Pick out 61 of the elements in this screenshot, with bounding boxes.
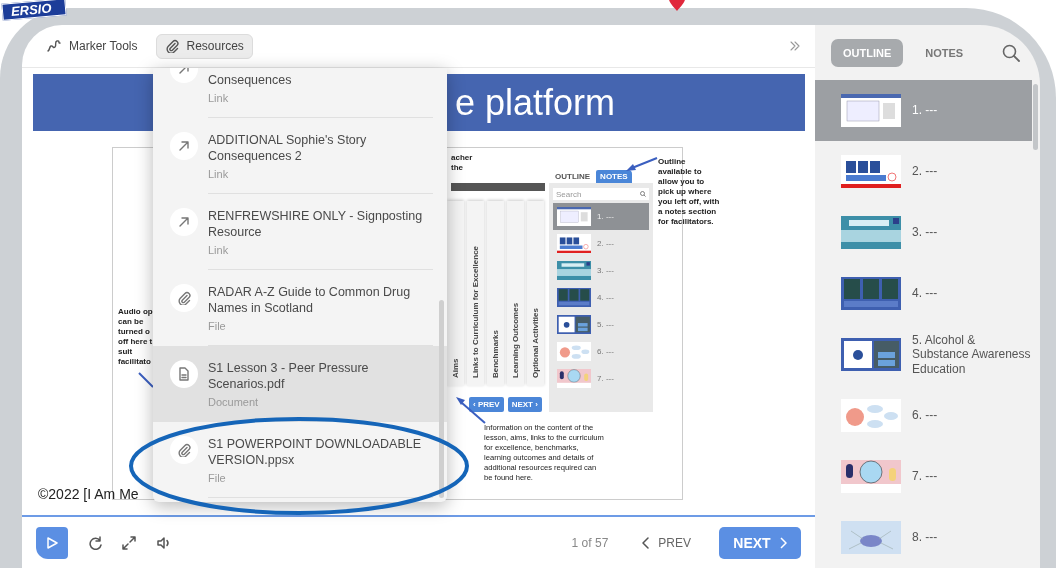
- outline-item[interactable]: 3. ---: [815, 202, 1032, 263]
- outline-label: 1. ---: [597, 212, 614, 221]
- outline-item[interactable]: 6. ---: [553, 338, 649, 365]
- outline-item[interactable]: 5. Alcohol & Substance Awareness Education: [815, 324, 1032, 385]
- prev-button[interactable]: PREV: [636, 534, 697, 551]
- tool-button[interactable]: Marker Tools: [37, 33, 147, 59]
- annotation-text: Audio op can be turned o off here t suit facilitato: [118, 307, 153, 367]
- outline-tab[interactable]: OUTLINE: [551, 170, 595, 183]
- next-button[interactable]: NEXT ›: [507, 397, 542, 412]
- vertical-tab[interactable]: Learning Outcomes: [507, 201, 524, 386]
- outline-item[interactable]: 7. ---: [553, 365, 649, 392]
- vertical-tab[interactable]: Optional Activities: [527, 201, 544, 386]
- resource-title: RENFREWSHIRE ONLY - Signposting Resource: [208, 208, 423, 240]
- outline-label: 4. ---: [912, 286, 939, 301]
- outline-label: 7. ---: [597, 374, 614, 383]
- vertical-tab[interactable]: Links to Curriculum for Excellence: [467, 201, 484, 386]
- outline-label: 7. ---: [912, 469, 939, 484]
- outline-tab[interactable]: NOTES: [596, 170, 632, 183]
- banner-ribbon: ERSIO: [1, 0, 68, 21]
- vertical-tab[interactable]: Aims: [447, 201, 464, 386]
- outline-label: 4. ---: [597, 293, 614, 302]
- resource-type: File: [208, 472, 227, 484]
- resource-type: Document: [208, 396, 260, 408]
- outline-label: 2. ---: [597, 239, 614, 248]
- resource-title: Consequences: [208, 72, 293, 88]
- resource-title: S1 Lesson 3 - Peer Pressure Scenarios.pdf: [208, 360, 370, 392]
- slide-counter: 1 of 57: [571, 535, 609, 550]
- outline-label: 6. ---: [597, 347, 614, 356]
- outline-item[interactable]: 4. ---: [815, 263, 1032, 324]
- vertical-tab[interactable]: Benchmarks: [487, 201, 504, 386]
- tool-button[interactable]: Resources: [156, 33, 253, 59]
- outline-item[interactable]: 2. ---: [553, 230, 649, 257]
- outline-label: 8. ---: [912, 530, 939, 545]
- resource-type: Link: [208, 244, 230, 256]
- outline-label: 6. ---: [912, 408, 939, 423]
- resource-title: S1 POWERPOINT DOWNLOADABLE VERSION.ppsx: [208, 436, 422, 468]
- outline-item[interactable]: 2. ---: [815, 141, 1032, 202]
- outline-label: 2. ---: [912, 164, 939, 179]
- outline-item[interactable]: 5. ---: [553, 311, 649, 338]
- outline-tab[interactable]: NOTES: [913, 38, 976, 67]
- outline-item[interactable]: 7. ---: [815, 446, 1032, 507]
- outline-label: 5. ---: [597, 320, 614, 329]
- resource-item[interactable]: S1 Lesson 3 - Peer Pressure Scenarios.pdf Document: [153, 346, 447, 422]
- prev-button[interactable]: ‹ PREV: [469, 397, 504, 412]
- outline-item[interactable]: 8. ---: [815, 507, 1032, 568]
- resource-item[interactable]: RENFREWSHIRE ONLY - Signposting Resource Link: [153, 194, 447, 270]
- outline-item[interactable]: 4. ---: [553, 284, 649, 311]
- resource-title: RADAR A-Z Guide to Common Drug Names in Scotland: [208, 284, 412, 316]
- annotation-text: Outline available to allow you to pick up where you left off, with a notes section for facilitators.: [658, 157, 720, 227]
- outline-item[interactable]: 6. ---: [815, 385, 1032, 446]
- resource-type: Link: [208, 92, 230, 104]
- resource-title: ADDITIONAL Sophie's Story Consequences 2: [208, 132, 368, 164]
- resource-type: File: [208, 320, 227, 332]
- copyright-text: ©2022 [I Am Me: [38, 486, 139, 502]
- outline-item[interactable]: 3. ---: [553, 257, 649, 284]
- outline-label: 3. ---: [597, 266, 614, 275]
- outline-label: 5. Alcohol & Substance Awareness Education: [912, 332, 1032, 377]
- resource-type: Link: [208, 168, 230, 180]
- outline-label: 1. ---: [912, 103, 939, 118]
- outline-label: 3. ---: [912, 225, 939, 240]
- annotation-text: acher the: [451, 153, 473, 173]
